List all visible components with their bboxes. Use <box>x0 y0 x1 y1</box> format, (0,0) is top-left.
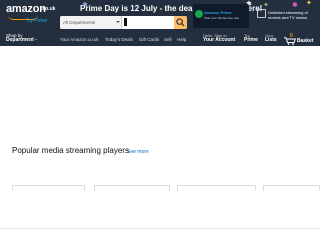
confetti-icon: ✱ <box>82 2 88 9</box>
basket-label: Basket <box>297 38 314 44</box>
account-menu[interactable]: Hello. Sign in Your Account <box>203 33 235 43</box>
search-button[interactable] <box>174 16 187 29</box>
amazon-logo[interactable]: amazon .co.uk Try Prime <box>6 3 55 27</box>
account-label: Your Account <box>203 37 236 43</box>
see-more-link[interactable]: See more <box>127 149 149 155</box>
prime-icon <box>195 10 203 18</box>
search-input[interactable] <box>123 16 173 29</box>
promo-title: Amazon Prime <box>204 10 232 15</box>
logo-wordmark: amazon <box>6 3 46 15</box>
product-card[interactable] <box>12 185 85 191</box>
promo-subtitle: Start your 30-day free trial <box>204 16 239 20</box>
product-card[interactable] <box>177 185 256 191</box>
logo-try-prime: Try Prime <box>26 18 48 24</box>
nav-bar: Shop by Department Your Amazon.co.uk Tod… <box>0 32 320 46</box>
prime-trial-promo[interactable]: Amazon Prime Start your 30-day free tria… <box>193 4 249 28</box>
product-card[interactable] <box>263 185 320 191</box>
search-icon <box>176 18 185 27</box>
logo-tld: .co.uk <box>41 6 56 12</box>
prime-label: Prime <box>244 37 258 43</box>
top-header: amazon .co.uk Try Prime Prime Day is 12 … <box>0 0 320 32</box>
lists-menu[interactable]: Your Lists <box>265 33 277 43</box>
chevron-down-icon <box>116 21 120 23</box>
nav-link-todays-deals[interactable]: Today's Deals <box>105 37 133 42</box>
streaming-promo[interactable]: Unlimited streaming of movies and TV sho… <box>255 4 320 28</box>
section-title: Popular media streaming players <box>12 146 129 155</box>
cart-icon <box>284 37 296 45</box>
try-prime-menu[interactable]: Try Prime <box>244 33 258 43</box>
nav-link-help[interactable]: Help <box>177 37 186 42</box>
department-select[interactable]: All Departments <box>60 16 122 29</box>
nav-link-your-amazon[interactable]: Your Amazon.co.uk <box>60 37 99 42</box>
basket-button[interactable]: 0 Basket <box>284 33 320 45</box>
nav-link-gift-cards[interactable]: Gift Cards <box>139 37 159 42</box>
promo-line-2: movies and TV shows <box>268 15 308 20</box>
tv-icon <box>257 9 266 18</box>
nav-link-sell[interactable]: Sell <box>164 37 172 42</box>
chevron-down-icon <box>34 39 37 41</box>
divider <box>0 228 320 229</box>
shop-by-department[interactable]: Shop by Department <box>6 33 37 43</box>
product-card[interactable] <box>94 185 170 191</box>
lists-label: Lists <box>265 37 277 43</box>
text-cursor <box>124 18 127 26</box>
department-label: Department <box>6 37 34 43</box>
